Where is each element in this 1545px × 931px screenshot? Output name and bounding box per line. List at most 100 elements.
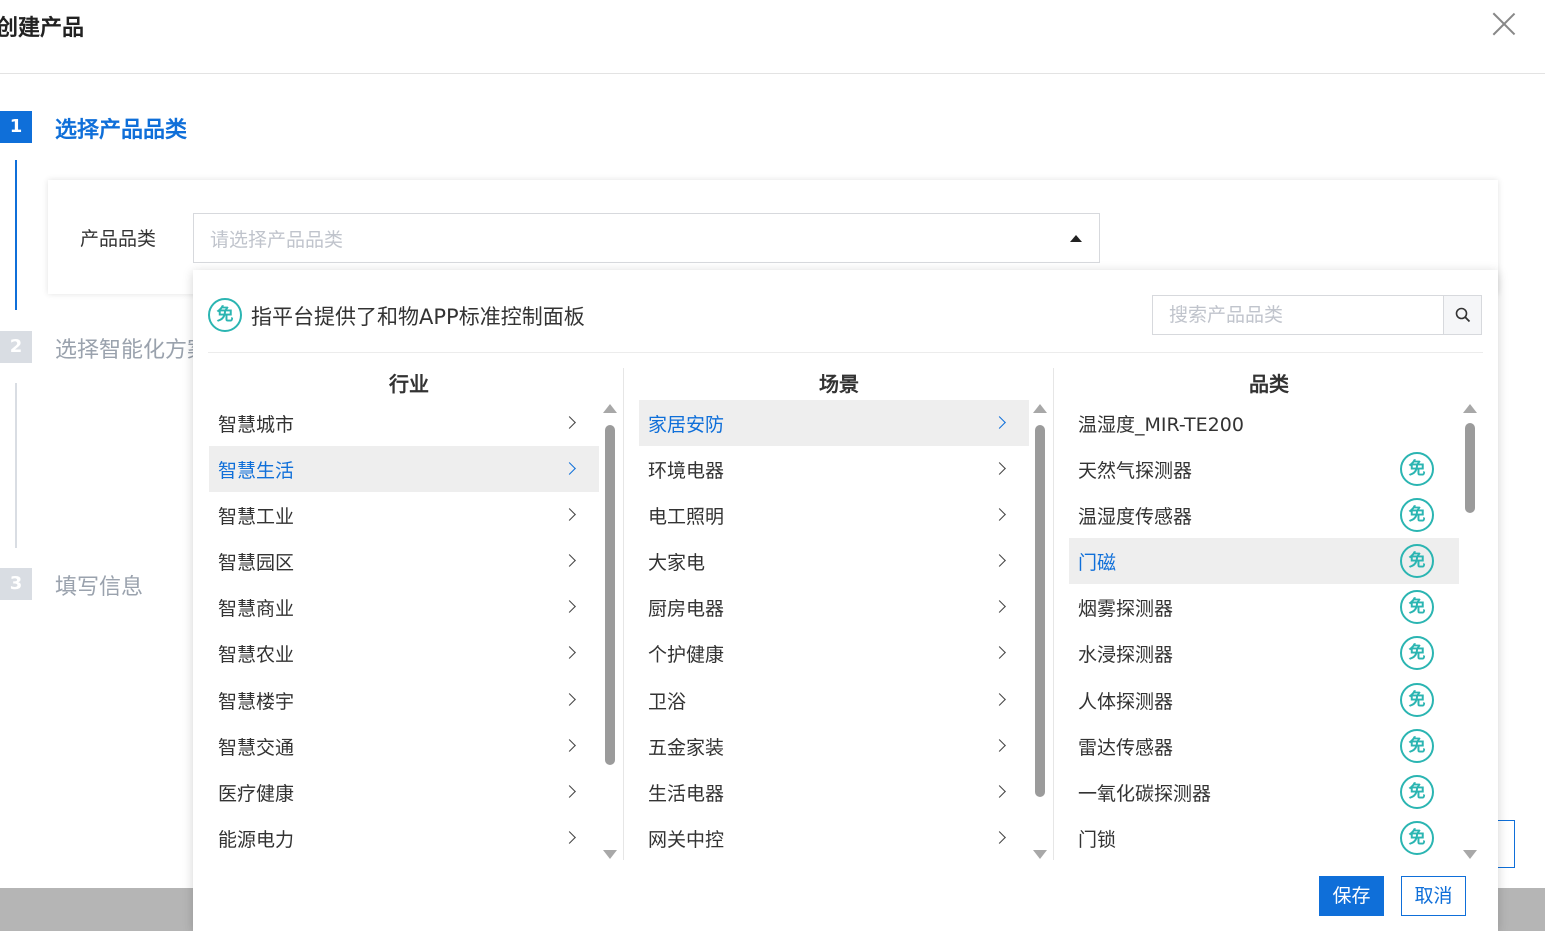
step-2-label: 选择智能化方案: [55, 338, 210, 363]
category-item-label: 温湿度传感器: [1078, 506, 1193, 529]
category-item-label: 温湿度_MIR-TE200: [1078, 414, 1244, 436]
chevron-right-icon: [563, 692, 576, 706]
scroll-up-arrow-icon[interactable]: [1033, 404, 1047, 413]
category-item[interactable]: 烟雾探测器 免: [1069, 584, 1459, 630]
category-item[interactable]: 温湿度_MIR-TE200: [1069, 400, 1459, 446]
column-divider: [623, 368, 624, 860]
dialog-header: 创建产品: [0, 0, 1545, 74]
industry-item[interactable]: 智慧生活: [209, 446, 599, 493]
category-item[interactable]: 人体探测器 免: [1069, 677, 1459, 723]
scroll-thumb[interactable]: [1465, 423, 1475, 513]
scene-item-label: 电工照明: [648, 506, 725, 529]
category-select[interactable]: 请选择产品品类: [193, 213, 1100, 263]
scroll-up-arrow-icon[interactable]: [603, 404, 617, 413]
cancel-button[interactable]: 取消: [1401, 876, 1466, 916]
chevron-right-icon: [563, 830, 576, 844]
scene-item[interactable]: 网关中控: [639, 815, 1029, 861]
scroll-down-arrow-icon[interactable]: [1033, 850, 1047, 859]
industry-item[interactable]: 医疗健康: [209, 769, 599, 815]
scene-item-label: 五金家装: [648, 736, 725, 759]
step-3-label: 填写信息: [55, 575, 144, 600]
scene-item[interactable]: 五金家装: [639, 723, 1029, 769]
scene-scrollbar[interactable]: [1033, 404, 1047, 860]
chevron-right-icon: [563, 738, 576, 752]
industry-item[interactable]: 智慧农业: [209, 630, 599, 676]
scene-item[interactable]: 大家电: [639, 538, 1029, 584]
category-list: 温湿度_MIR-TE200 天然气探测器免温湿度传感器免门磁免烟雾探测器免水浸探测…: [1069, 400, 1459, 861]
scene-item-label: 网关中控: [648, 828, 725, 851]
category-column: 品类 温湿度_MIR-TE200 天然气探测器免温湿度传感器免门磁免烟雾探测器免水…: [1069, 368, 1483, 860]
category-search-input[interactable]: [1153, 296, 1443, 334]
industry-item[interactable]: 能源电力: [209, 815, 599, 861]
scene-item[interactable]: 电工照明: [639, 492, 1029, 538]
category-item[interactable]: 水浸探测器 免: [1069, 630, 1459, 676]
scene-item-label: 个护健康: [648, 644, 725, 667]
industry-scrollbar[interactable]: [603, 404, 617, 860]
scroll-up-arrow-icon[interactable]: [1463, 404, 1477, 413]
category-dropdown-panel: 免 指平台提供了和物APP标准控制面板 行业 智慧城市智慧生活智慧工业智慧园区智…: [193, 270, 1498, 931]
caret-up-icon: [1070, 235, 1082, 242]
scene-item[interactable]: 生活电器: [639, 769, 1029, 815]
column-divider: [1053, 368, 1054, 860]
category-item[interactable]: 雷达传感器 免: [1069, 723, 1459, 769]
free-badge-icon: 免: [1400, 774, 1434, 809]
industry-item[interactable]: 智慧工业: [209, 492, 599, 538]
scene-column: 场景 家居安防 环境电器 电工照明 大家电 厨房电器 个护健康 卫浴 五金家装 生活电器 网关中控: [639, 368, 1053, 860]
save-button[interactable]: 保存: [1319, 876, 1384, 916]
category-item[interactable]: 门锁 免: [1069, 815, 1459, 861]
step-2-number: 2: [0, 331, 32, 363]
scene-item[interactable]: 卫浴: [639, 677, 1029, 723]
category-select-placeholder: 请选择产品品类: [210, 229, 344, 251]
industry-item-label: 智慧工业: [218, 506, 295, 529]
free-badge-icon: 免: [1400, 590, 1434, 625]
step-3-number: 3: [0, 568, 32, 600]
chevron-right-icon: [563, 784, 576, 798]
close-icon[interactable]: [1488, 8, 1520, 40]
scene-item-label: 家居安防: [648, 414, 725, 436]
industry-item[interactable]: 智慧楼宇: [209, 677, 599, 723]
chevron-right-icon: [563, 646, 576, 660]
free-badge-icon: 免: [1400, 820, 1434, 855]
category-item[interactable]: 门磁 免: [1069, 538, 1459, 585]
dialog-title: 创建产品: [0, 16, 85, 41]
industry-item[interactable]: 智慧商业: [209, 584, 599, 630]
chevron-right-icon: [993, 692, 1006, 706]
category-item-label: 门锁: [1078, 828, 1117, 851]
scene-item[interactable]: 环境电器: [639, 446, 1029, 492]
scene-item[interactable]: 家居安防: [639, 400, 1029, 447]
step-1-number: 1: [0, 111, 32, 143]
industry-item[interactable]: 智慧交通: [209, 723, 599, 769]
chevron-right-icon: [993, 554, 1006, 568]
scene-item-label: 生活电器: [648, 782, 725, 805]
scroll-down-arrow-icon[interactable]: [1463, 850, 1477, 859]
category-item[interactable]: 一氧化碳探测器 免: [1069, 769, 1459, 815]
chevron-right-icon: [993, 738, 1006, 752]
category-scrollbar[interactable]: [1463, 404, 1477, 860]
chevron-right-icon: [993, 830, 1006, 844]
scene-item[interactable]: 厨房电器: [639, 584, 1029, 630]
industry-item[interactable]: 智慧园区: [209, 538, 599, 584]
chevron-right-icon: [563, 600, 576, 614]
category-item[interactable]: 天然气探测器 免: [1069, 446, 1459, 492]
search-button[interactable]: [1443, 296, 1481, 334]
free-badge-icon: 免: [1400, 544, 1434, 579]
industry-item[interactable]: 智慧城市: [209, 400, 599, 446]
scene-item-label: 厨房电器: [648, 598, 725, 621]
category-item-label: 水浸探测器: [1078, 644, 1174, 667]
category-column-header: 品类: [1249, 372, 1289, 396]
category-field-label: 产品品类: [80, 228, 157, 250]
category-item-label: 一氧化碳探测器: [1078, 782, 1212, 805]
category-item[interactable]: 温湿度传感器 免: [1069, 492, 1459, 538]
scroll-down-arrow-icon[interactable]: [603, 850, 617, 859]
industry-item-label: 智慧城市: [218, 414, 295, 436]
divider: [208, 352, 1483, 353]
step-1-label: 选择产品品类: [55, 118, 188, 143]
industry-item-label: 医疗健康: [218, 782, 295, 805]
scroll-thumb[interactable]: [605, 425, 615, 765]
scene-item[interactable]: 个护健康: [639, 630, 1029, 676]
scroll-thumb[interactable]: [1035, 425, 1045, 797]
category-item-label: 烟雾探测器: [1078, 598, 1174, 621]
search-icon: [1455, 307, 1471, 323]
industry-column: 行业 智慧城市 智慧生活 智慧工业 智慧园区 智慧商业 智慧农业 智慧楼宇 智慧交通 医疗健康能…: [209, 368, 623, 860]
free-badge-icon: 免: [208, 298, 242, 332]
